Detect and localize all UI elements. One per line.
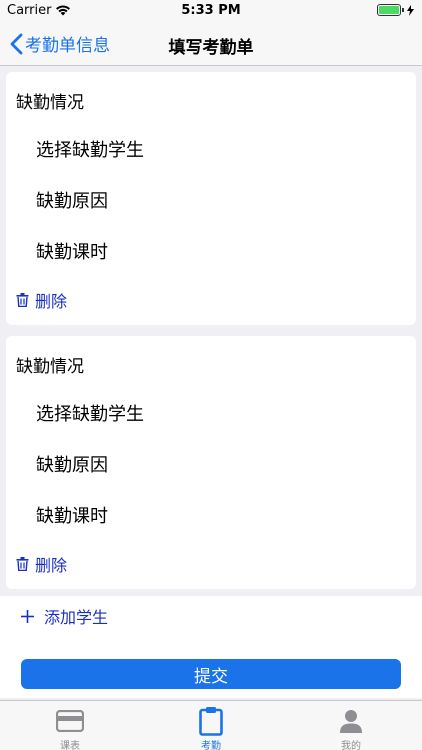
status-bar: Carrier 5:33 PM xyxy=(0,0,422,22)
delete-label: 删除 xyxy=(35,556,68,575)
card-title: 缺勤情况 xyxy=(16,93,84,113)
submit-area: 提交 xyxy=(0,636,422,698)
submit-button[interactable]: 提交 xyxy=(21,659,401,689)
absence-card: 缺勤情况 选择缺勤学生 缺勤原因 缺勤课时 删除 xyxy=(6,336,416,589)
tab-label: 课表 xyxy=(60,741,80,750)
absence-hours-row[interactable]: 缺勤课时 xyxy=(36,238,108,264)
clipboard-icon xyxy=(166,705,256,737)
card-title: 缺勤情况 xyxy=(16,357,84,377)
tab-bar: 课表 考勤 我的 xyxy=(0,700,422,750)
absence-reason-row[interactable]: 缺勤原因 xyxy=(36,451,108,477)
person-icon xyxy=(306,705,396,737)
clock: 5:33 PM xyxy=(181,3,241,18)
card-icon xyxy=(25,705,115,737)
absence-reason-row[interactable]: 缺勤原因 xyxy=(36,187,108,213)
battery-icon xyxy=(377,4,414,16)
plus-icon xyxy=(21,609,34,623)
delete-label: 删除 xyxy=(35,292,68,311)
tab-attendance[interactable]: 考勤 xyxy=(166,705,256,750)
trash-icon xyxy=(16,557,29,571)
delete-button[interactable]: 删除 xyxy=(16,288,67,312)
navigation-bar: 考勤单信息 填写考勤单 xyxy=(0,22,422,66)
select-student-row[interactable]: 选择缺勤学生 xyxy=(36,400,144,426)
absence-card: 缺勤情况 选择缺勤学生 缺勤原因 缺勤课时 删除 xyxy=(6,72,416,325)
tab-schedule[interactable]: 课表 xyxy=(25,705,115,750)
absence-hours-row[interactable]: 缺勤课时 xyxy=(36,502,108,528)
page-title: 填写考勤单 xyxy=(168,38,254,58)
add-student-label: 添加学生 xyxy=(44,608,109,627)
add-student-row: 添加学生 xyxy=(0,596,422,636)
tab-label: 考勤 xyxy=(201,741,221,750)
tab-profile[interactable]: 我的 xyxy=(306,705,396,750)
tab-label: 我的 xyxy=(341,741,361,750)
trash-icon xyxy=(16,293,29,307)
select-student-row[interactable]: 选择缺勤学生 xyxy=(36,136,144,162)
delete-button[interactable]: 删除 xyxy=(16,552,67,576)
add-student-button[interactable]: 添加学生 xyxy=(20,604,108,628)
